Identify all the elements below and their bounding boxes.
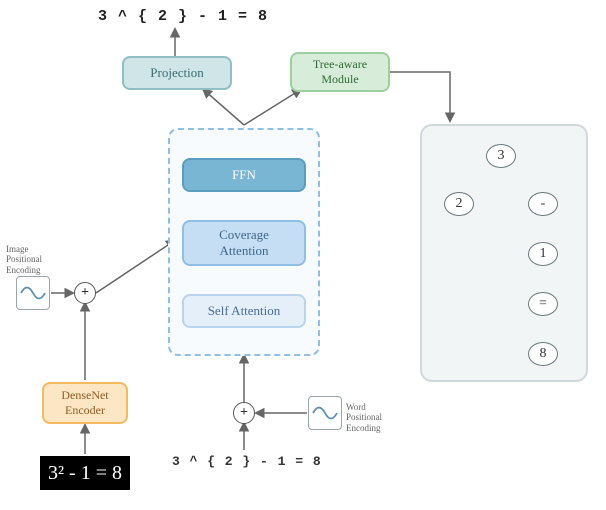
tree-node-root: 3	[486, 144, 516, 168]
tree-node-left: 2	[444, 192, 474, 216]
self-attention-block: Self Attention	[182, 294, 306, 328]
handwritten-input-image: 3² - 1 = 8	[40, 456, 130, 490]
tree-aware-module-block: Tree-aware Module	[290, 52, 390, 92]
densenet-encoder-block: DenseNet Encoder	[42, 382, 128, 424]
image-positional-encoding-icon	[16, 276, 50, 310]
word-positional-encoding-icon	[308, 396, 342, 430]
input-sequence: 3 ^ { 2 } - 1 = 8	[172, 454, 322, 469]
ffn-block: FFN	[182, 158, 306, 192]
projection-block: Projection	[122, 56, 232, 90]
handwritten-content: 3² - 1 = 8	[48, 462, 122, 485]
word-positional-encoding-label: Word Positional Encoding	[346, 402, 398, 433]
tree-node-d2: =	[528, 292, 558, 316]
image-positional-encoding-label: Image Positional Encoding	[6, 244, 56, 275]
add-word-encoding: +	[233, 402, 255, 424]
coverage-attention-block: Coverage Attention	[182, 220, 306, 266]
tree-node-d1: 1	[528, 242, 558, 266]
add-image-encoding: +	[74, 282, 96, 304]
output-sequence: 3 ^ { 2 } - 1 = 8	[98, 8, 268, 25]
tree-node-d3: 8	[528, 342, 558, 366]
tree-node-right: -	[528, 192, 558, 216]
